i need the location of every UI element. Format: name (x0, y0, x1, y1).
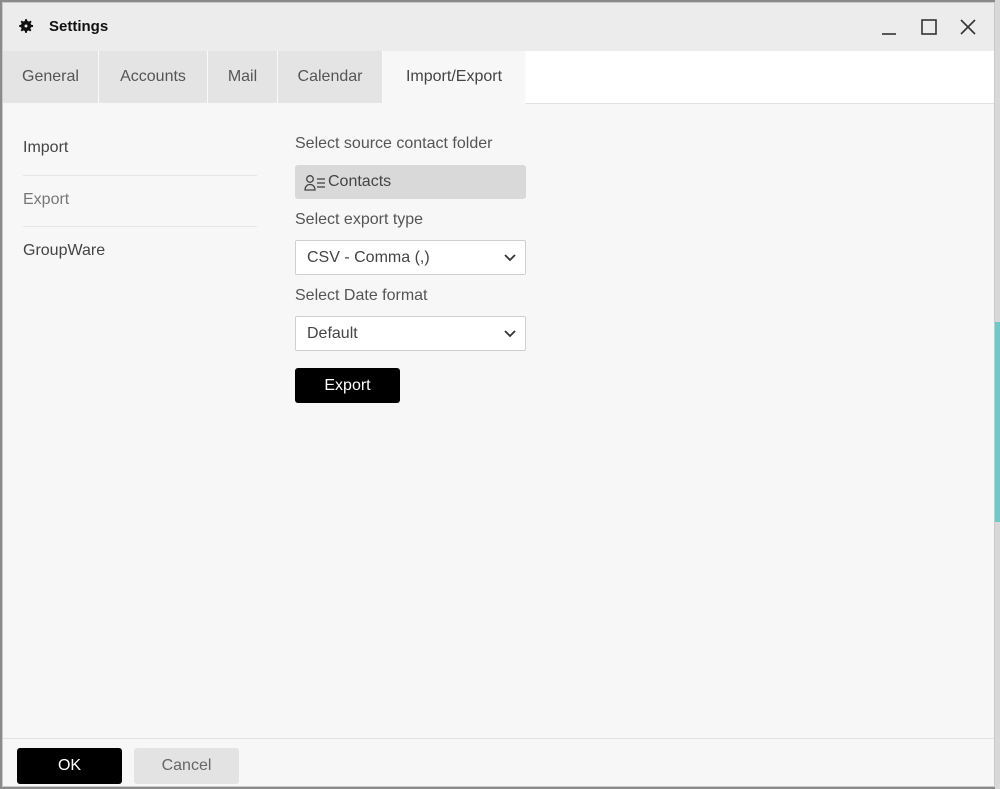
window-title: Settings (49, 18, 109, 35)
sidebar-item-groupware[interactable]: GroupWare (23, 226, 257, 276)
tab-bar-filler (526, 51, 994, 104)
contacts-icon (304, 175, 325, 191)
dialog-footer: OK Cancel (3, 738, 994, 786)
date-format-select[interactable]: Default (295, 316, 526, 351)
export-type-value: CSV - Comma (,) (307, 249, 430, 266)
cancel-button[interactable]: Cancel (134, 748, 239, 784)
gear-icon (19, 19, 34, 33)
background-window-edge (995, 0, 1000, 789)
tab-accounts[interactable]: Accounts (99, 51, 208, 103)
tab-mail[interactable]: Mail (208, 51, 278, 103)
background-accent (995, 322, 1000, 522)
source-folder-value: Contacts (328, 173, 392, 190)
ok-button[interactable]: OK (17, 748, 122, 784)
chevron-down-icon (504, 330, 516, 338)
source-folder-selector[interactable]: Contacts (295, 165, 526, 199)
tab-general[interactable]: General (3, 51, 99, 103)
tab-bar: General Accounts Mail Calendar Import/Ex… (3, 51, 994, 104)
title-bar[interactable]: Settings (3, 3, 994, 51)
date-format-value: Default (307, 325, 358, 342)
date-format-label: Select Date format (295, 287, 428, 304)
export-button[interactable]: Export (295, 368, 400, 403)
tab-import-export[interactable]: Import/Export (383, 51, 526, 103)
export-type-label: Select export type (295, 211, 424, 228)
tab-calendar[interactable]: Calendar (278, 51, 383, 103)
sidebar-item-import[interactable]: Import (23, 123, 257, 173)
minimize-button[interactable] (877, 15, 901, 39)
sidebar-item-export[interactable]: Export (23, 175, 257, 225)
export-type-select[interactable]: CSV - Comma (,) (295, 240, 526, 275)
settings-dialog: Settings General Accounts Mail Calendar … (2, 2, 995, 787)
close-button[interactable] (956, 15, 980, 39)
chevron-down-icon (504, 254, 516, 262)
source-folder-label: Select source contact folder (295, 135, 493, 152)
maximize-button[interactable] (917, 15, 941, 39)
